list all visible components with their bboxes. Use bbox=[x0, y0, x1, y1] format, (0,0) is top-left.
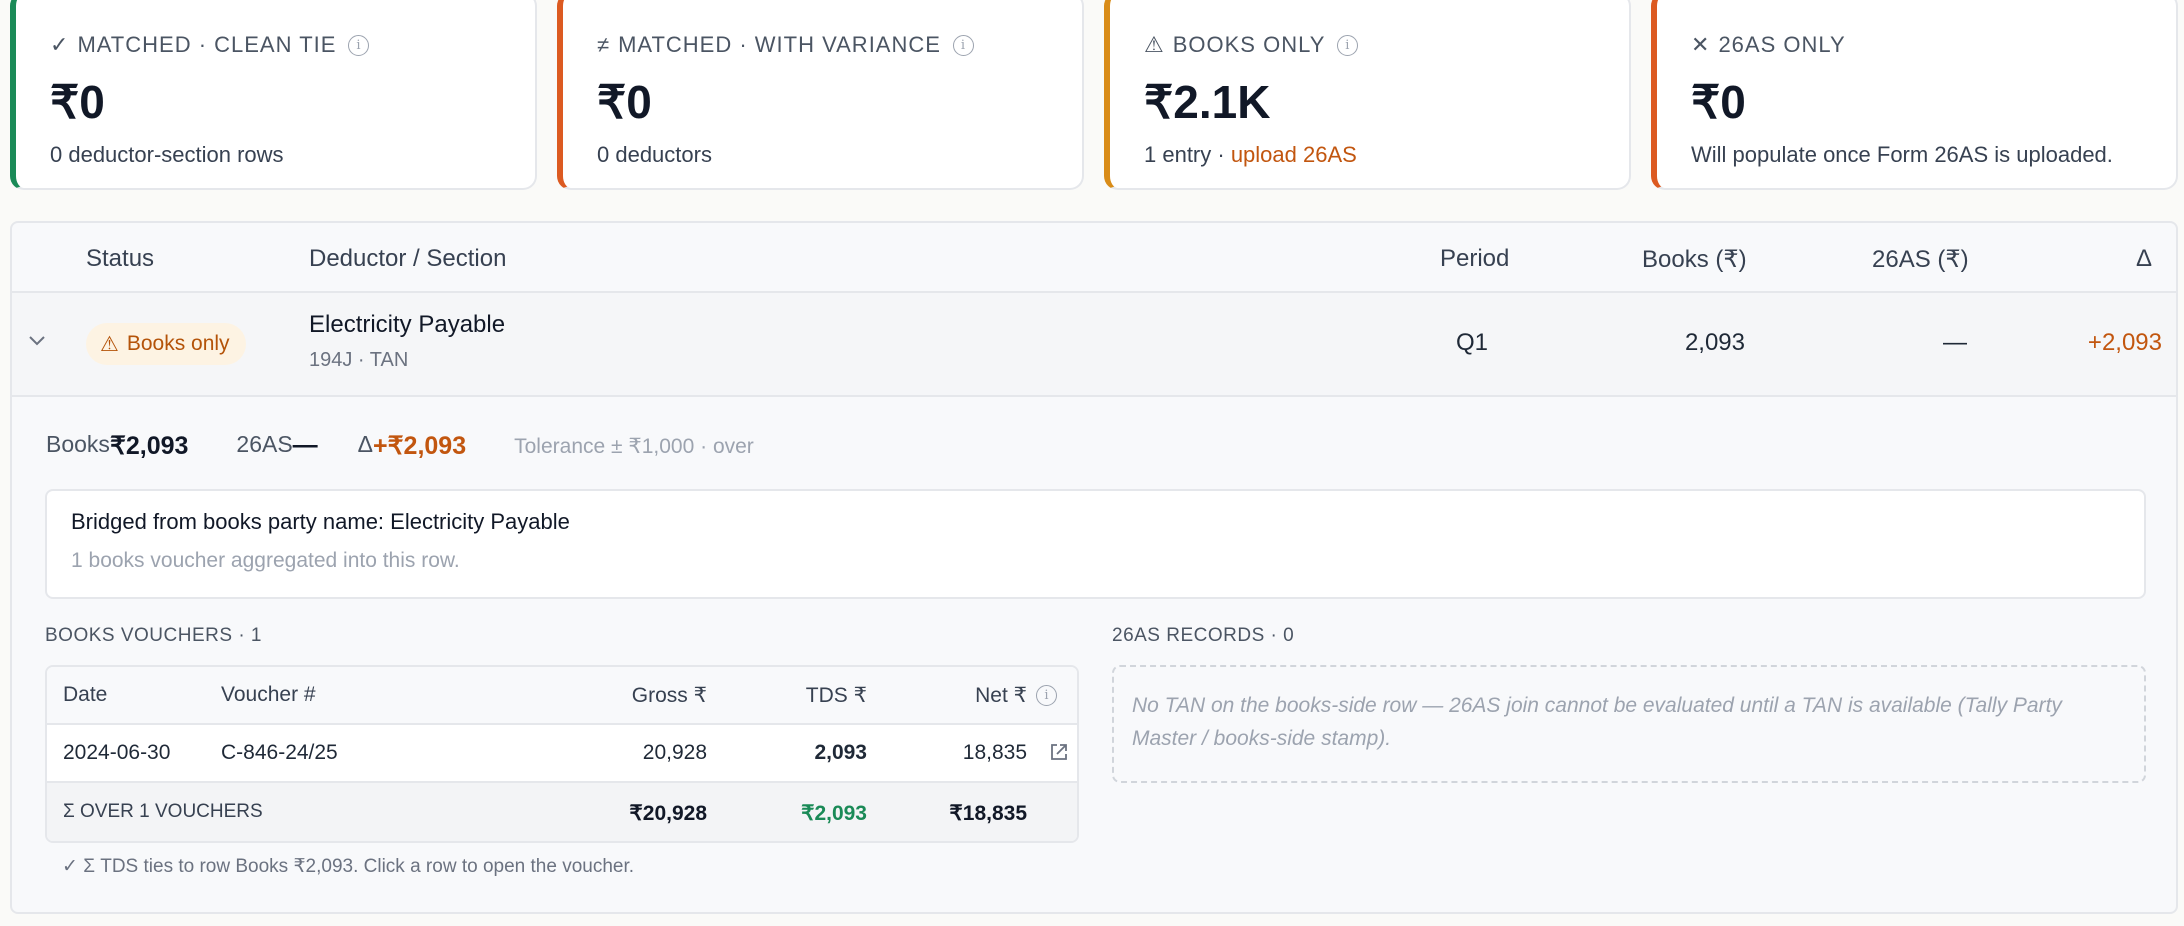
warning-icon: ⚠ bbox=[100, 332, 119, 356]
card-title: ≠ MATCHED · WITH VARIANCE i bbox=[597, 28, 1082, 62]
26as-summary-value: — bbox=[292, 431, 318, 459]
26as-records-label: 26AS RECORDS · 0 bbox=[1112, 625, 1295, 646]
card-value: ₹2.1K bbox=[1144, 76, 1271, 128]
info-icon[interactable]: i bbox=[1036, 685, 1057, 706]
row-detail-summary: Books ₹2,093 26AS — Δ +₹2,093 Tolerance … bbox=[46, 431, 754, 461]
voucher-row[interactable]: 2024-06-30 C-846-24/25 20,928 2,093 18,8… bbox=[47, 725, 1077, 783]
total-label: Σ OVER 1 VOUCHERS bbox=[63, 801, 263, 822]
total-tds: ₹2,093 bbox=[801, 802, 867, 825]
column-header-delta[interactable]: Δ bbox=[2136, 245, 2152, 273]
card-subtext: 0 deductor-section rows bbox=[50, 142, 284, 167]
card-title: ✕ 26AS ONLY bbox=[1691, 28, 2176, 62]
external-link-icon[interactable] bbox=[1048, 741, 1070, 763]
deductor-section: 194J · TAN bbox=[309, 349, 409, 371]
status-badge: ⚠ Books only bbox=[86, 323, 246, 365]
delta-cell: +2,093 bbox=[2087, 329, 2162, 356]
books-vouchers-label: BOOKS VOUCHERS · 1 bbox=[45, 625, 262, 646]
books-summary-value: ₹2,093 bbox=[109, 432, 189, 460]
deductor-name: Electricity Payable bbox=[309, 311, 506, 338]
column-header-date[interactable]: Date bbox=[63, 683, 107, 707]
upload-26as-link[interactable]: upload 26AS bbox=[1231, 142, 1357, 167]
column-header-net[interactable]: Net ₹ bbox=[907, 683, 1027, 708]
info-icon[interactable]: i bbox=[1337, 34, 1359, 56]
voucher-number: C-846-24/25 bbox=[221, 741, 338, 764]
column-header-voucher[interactable]: Voucher # bbox=[221, 683, 316, 707]
card-subtext: Will populate once Form 26AS is uploaded… bbox=[1691, 142, 2113, 167]
total-gross: ₹20,928 bbox=[629, 802, 707, 825]
period-cell: Q1 bbox=[1456, 329, 1489, 356]
column-header-26as[interactable]: 26AS (₹) bbox=[1872, 245, 1969, 274]
chevron-down-icon[interactable] bbox=[26, 329, 48, 351]
voucher-date: 2024-06-30 bbox=[63, 741, 171, 764]
26as-summary-label: 26AS bbox=[236, 431, 293, 457]
column-header-status[interactable]: Status bbox=[86, 245, 154, 273]
26as-records-empty-state: No TAN on the books-side row — 26AS join… bbox=[1112, 665, 2146, 783]
info-icon[interactable]: i bbox=[952, 34, 974, 56]
card-subtext-label: 1 entry · bbox=[1144, 142, 1231, 167]
status-badge-label: Books only bbox=[126, 332, 230, 355]
info-icon[interactable]: i bbox=[348, 34, 370, 56]
bridge-subtext: 1 books voucher aggregated into this row… bbox=[71, 549, 460, 572]
card-title-label: 26AS ONLY bbox=[1718, 32, 1846, 57]
column-header-books[interactable]: Books (₹) bbox=[1642, 245, 1747, 274]
voucher-tds: 2,093 bbox=[814, 741, 867, 764]
card-value: ₹0 bbox=[597, 76, 652, 128]
warning-icon: ⚠ bbox=[1144, 32, 1165, 57]
bridge-note: Bridged from books party name: Electrici… bbox=[45, 489, 2146, 599]
card-26as-only: ✕ 26AS ONLY ₹0 Will populate once Form 2… bbox=[1651, 0, 2178, 190]
card-title: ✓ MATCHED · CLEAN TIE i bbox=[50, 28, 535, 62]
26as-cell: — bbox=[1943, 329, 1967, 356]
card-matched-clean-tie: ✓ MATCHED · CLEAN TIE i ₹0 0 deductor-se… bbox=[10, 0, 537, 190]
books-vouchers-table: Date Voucher # Gross ₹ TDS ₹ Net ₹ i 202… bbox=[45, 665, 1079, 843]
column-header-period[interactable]: Period bbox=[1440, 245, 1509, 273]
card-title: ⚠ BOOKS ONLY i bbox=[1144, 28, 1629, 62]
table-row[interactable]: ⚠ Books only Electricity Payable 194J · … bbox=[12, 293, 2176, 397]
tds-tie-note: ✓ Σ TDS ties to row Books ₹2,093. Click … bbox=[62, 856, 635, 877]
not-equal-icon: ≠ bbox=[597, 32, 611, 57]
vouchers-header: Date Voucher # Gross ₹ TDS ₹ Net ₹ i bbox=[47, 667, 1077, 725]
card-books-only: ⚠ BOOKS ONLY i ₹2.1K 1 entry · upload 26… bbox=[1104, 0, 1631, 190]
card-subtext: 1 entry · upload 26AS bbox=[1144, 142, 1629, 168]
delta-summary-value: +₹2,093 bbox=[373, 432, 467, 460]
card-title-label: BOOKS ONLY bbox=[1172, 32, 1326, 57]
close-icon: ✕ bbox=[1691, 32, 1711, 57]
card-value: ₹0 bbox=[50, 76, 105, 128]
card-title-label: MATCHED · CLEAN TIE bbox=[77, 32, 337, 57]
column-header-gross[interactable]: Gross ₹ bbox=[587, 683, 707, 708]
card-subtext: 0 deductors bbox=[597, 142, 712, 167]
card-value: ₹0 bbox=[1691, 76, 1746, 128]
books-cell: 2,093 bbox=[1684, 329, 1745, 356]
voucher-net: 18,835 bbox=[962, 741, 1027, 764]
voucher-gross: 20,928 bbox=[642, 741, 707, 764]
table-header: Status Deductor / Section Period Books (… bbox=[12, 223, 2176, 293]
total-net: ₹18,835 bbox=[949, 802, 1027, 825]
bridge-title: Bridged from books party name: Electrici… bbox=[71, 509, 570, 534]
column-header-deductor[interactable]: Deductor / Section bbox=[309, 245, 506, 273]
vouchers-total-row: Σ OVER 1 VOUCHERS ₹20,928 ₹2,093 ₹18,835 bbox=[47, 783, 1077, 841]
reconciliation-table: Status Deductor / Section Period Books (… bbox=[10, 221, 2178, 914]
card-title-label: MATCHED · WITH VARIANCE bbox=[618, 32, 941, 57]
column-header-tds[interactable]: TDS ₹ bbox=[747, 683, 867, 708]
books-summary-label: Books bbox=[46, 431, 110, 457]
card-matched-with-variance: ≠ MATCHED · WITH VARIANCE i ₹0 0 deducto… bbox=[557, 0, 1084, 190]
tolerance-note: Tolerance ± ₹1,000 · over bbox=[514, 435, 754, 458]
delta-summary-label: Δ bbox=[357, 431, 374, 457]
check-icon: ✓ bbox=[50, 32, 70, 57]
